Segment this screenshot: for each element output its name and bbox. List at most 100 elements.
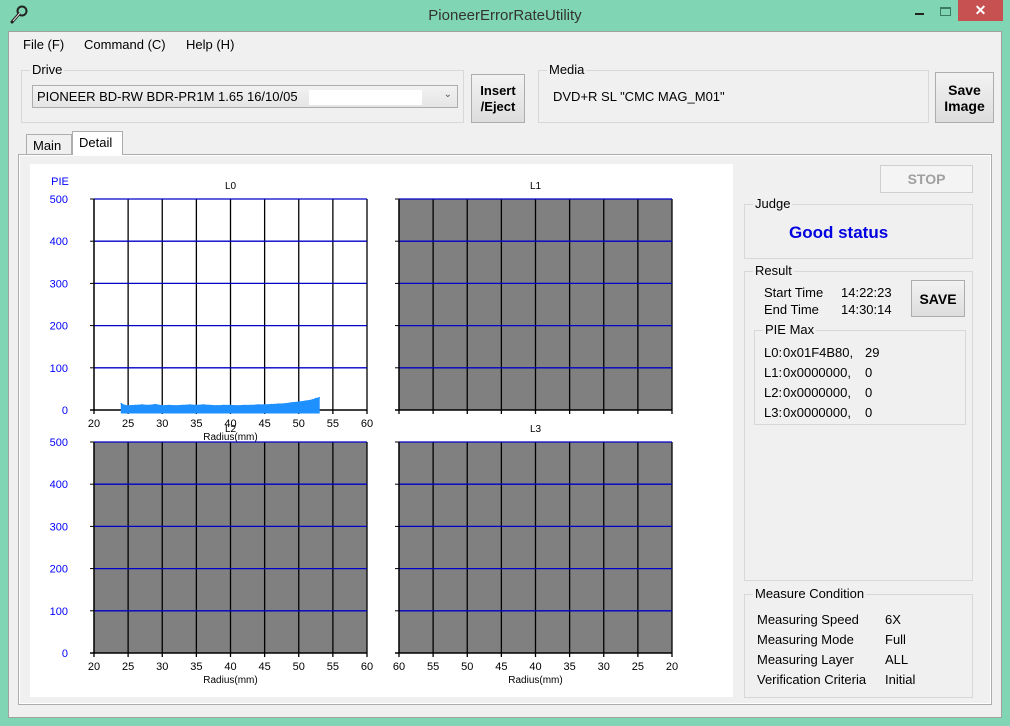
judge-group: Judge Good status xyxy=(744,197,973,259)
media-label: Media xyxy=(547,62,587,77)
pie-data-point xyxy=(315,397,317,400)
stop-button[interactable]: STOP xyxy=(880,165,973,193)
x-tick-label: 60 xyxy=(361,661,373,673)
tab-detail[interactable]: Detail xyxy=(72,131,123,155)
drive-select[interactable]: PIONEER BD-RW BDR-PR1M 1.65 16/10/05 ⌄ xyxy=(32,85,458,108)
menu-help[interactable]: Help (H) xyxy=(186,37,234,52)
pie-data-point xyxy=(277,403,280,405)
y-axis-title: PIE xyxy=(51,176,69,188)
insert-eject-label-2: /Eject xyxy=(480,98,516,114)
measure-condition-name: Verification Criteria xyxy=(757,672,867,687)
pie-data-point xyxy=(147,404,150,407)
pie-max-address: 0x0000000, xyxy=(783,365,851,380)
pie-data-point xyxy=(141,404,143,406)
y-tick-label: 400 xyxy=(50,236,68,248)
pie-data-point xyxy=(263,404,266,406)
measure-condition-name: Measuring Speed xyxy=(757,612,859,627)
drive-group: Drive PIONEER BD-RW BDR-PR1M 1.65 16/10/… xyxy=(21,63,464,123)
pie-data-point xyxy=(123,404,126,407)
save-image-label-1: Save xyxy=(948,81,981,98)
x-tick-label: 45 xyxy=(259,661,271,673)
y-tick-label: 300 xyxy=(50,278,68,290)
pie-data-point xyxy=(175,405,177,407)
x-tick-label: 25 xyxy=(122,661,134,673)
pie-max-address: 0x0000000, xyxy=(783,405,851,420)
save-result-button[interactable]: SAVE xyxy=(911,280,965,317)
y-tick-label: 100 xyxy=(50,606,68,618)
pie-data-point xyxy=(270,403,273,406)
window-title: PioneerErrorRateUtility xyxy=(428,7,582,24)
pie-max-layer: L1: xyxy=(764,365,783,380)
measure-condition-name: Measuring Layer xyxy=(757,652,854,667)
pie-data-point xyxy=(318,397,321,399)
pie-data-point xyxy=(216,405,218,407)
x-tick-label: 20 xyxy=(666,661,678,673)
insert-eject-button[interactable]: Insert /Eject xyxy=(471,74,525,123)
save-image-button[interactable]: Save Image xyxy=(935,72,994,123)
pie-data-point xyxy=(202,404,204,406)
save-image-label-2: Image xyxy=(944,97,985,114)
x-tick-label: 60 xyxy=(393,661,405,673)
pie-max-layer: L3: xyxy=(764,405,783,420)
judge-label: Judge xyxy=(753,196,793,211)
chart-area: L0 0 100 200 300 400 500 PIE 20 25 30 35 40 45 50 55 60 R… xyxy=(30,164,733,697)
y-tick-label: 300 xyxy=(50,521,68,533)
x-tick-label: 20 xyxy=(88,418,100,430)
start-time-label: Start Time xyxy=(764,285,824,300)
plot-title: L2 xyxy=(225,424,237,435)
measure-condition-name: Measuring Mode xyxy=(757,632,854,647)
x-tick-label: 35 xyxy=(190,661,202,673)
x-tick-label: 40 xyxy=(529,661,541,673)
media-value: DVD+R SL "CMC MAG_M01" xyxy=(553,89,725,104)
pie-data-point xyxy=(304,400,307,402)
drive-selected-value: PIONEER BD-RW BDR-PR1M 1.65 16/10/05 xyxy=(37,89,298,104)
x-tick-label: 30 xyxy=(156,661,168,673)
x-axis-title: Radius(mm) xyxy=(508,675,562,686)
pie-data-point xyxy=(195,404,198,407)
pie-max-layer: L2: xyxy=(764,385,783,400)
x-tick-label: 25 xyxy=(122,418,134,430)
close-icon: ✕ xyxy=(974,2,987,18)
x-tick-label: 50 xyxy=(293,661,305,673)
pie-max-label: PIE Max xyxy=(763,322,817,337)
pie-data-point xyxy=(127,405,129,407)
client-area: File (F) Command (C) Help (H) Drive PION… xyxy=(8,31,1002,718)
menu-file[interactable]: File (F) xyxy=(23,37,64,52)
y-tick-label: 500 xyxy=(50,437,68,449)
x-axis-title: Radius(mm) xyxy=(203,675,257,686)
x-tick-label: 35 xyxy=(564,661,576,673)
plot-title: L0 xyxy=(225,181,237,192)
tab-main[interactable]: Main xyxy=(26,134,72,155)
pie-max-value: 0 xyxy=(865,365,873,380)
pie-max-address: 0x0000000, xyxy=(783,385,851,400)
pie-data-point xyxy=(311,399,314,401)
measure-condition-value: ALL xyxy=(885,652,909,667)
x-tick-label: 45 xyxy=(495,661,507,673)
menu-command[interactable]: Command (C) xyxy=(84,37,166,52)
y-tick-label: 500 xyxy=(50,194,68,206)
detail-tab-panel: L0 0 100 200 300 400 500 PIE 20 25 30 35 40 45 50 55 60 R… xyxy=(18,154,992,705)
pie-data-point xyxy=(188,404,191,406)
app-window: PioneerErrorRateUtility ✕ File (F) Comma… xyxy=(0,0,1010,726)
result-group: Result Start Time 14:22:23 End Time 14:3… xyxy=(744,264,973,581)
chevron-down-icon: ⌄ xyxy=(443,89,452,100)
pie-data-point xyxy=(298,401,300,403)
end-time-value: 14:30:14 xyxy=(841,302,892,317)
maximize-button[interactable] xyxy=(932,0,958,21)
y-tick-label: 200 xyxy=(50,564,68,576)
pie-max-address: 0x01F4B80, xyxy=(783,345,854,360)
pie-data-point xyxy=(120,402,123,405)
title-bar[interactable]: PioneerErrorRateUtility ✕ xyxy=(0,0,1010,31)
measure-condition-value: 6X xyxy=(885,612,901,627)
pie-max-layer: L0: xyxy=(764,345,783,360)
measure-condition-group: Measure Condition Measuring Speed 6X Measu… xyxy=(744,587,973,698)
pie-data-point xyxy=(168,404,170,407)
minimize-button[interactable] xyxy=(906,0,932,21)
y-tick-label: 400 xyxy=(50,479,68,491)
pie-data-point xyxy=(181,404,184,407)
pie-charts: L00100200300400500PIE20 25 30 35 40 45 50 55 60R… xyxy=(50,176,678,686)
plot-title: L1 xyxy=(530,181,542,192)
x-tick-label: 40 xyxy=(224,661,236,673)
close-button[interactable]: ✕ xyxy=(958,0,1003,21)
pie-max-value: 0 xyxy=(865,405,873,420)
